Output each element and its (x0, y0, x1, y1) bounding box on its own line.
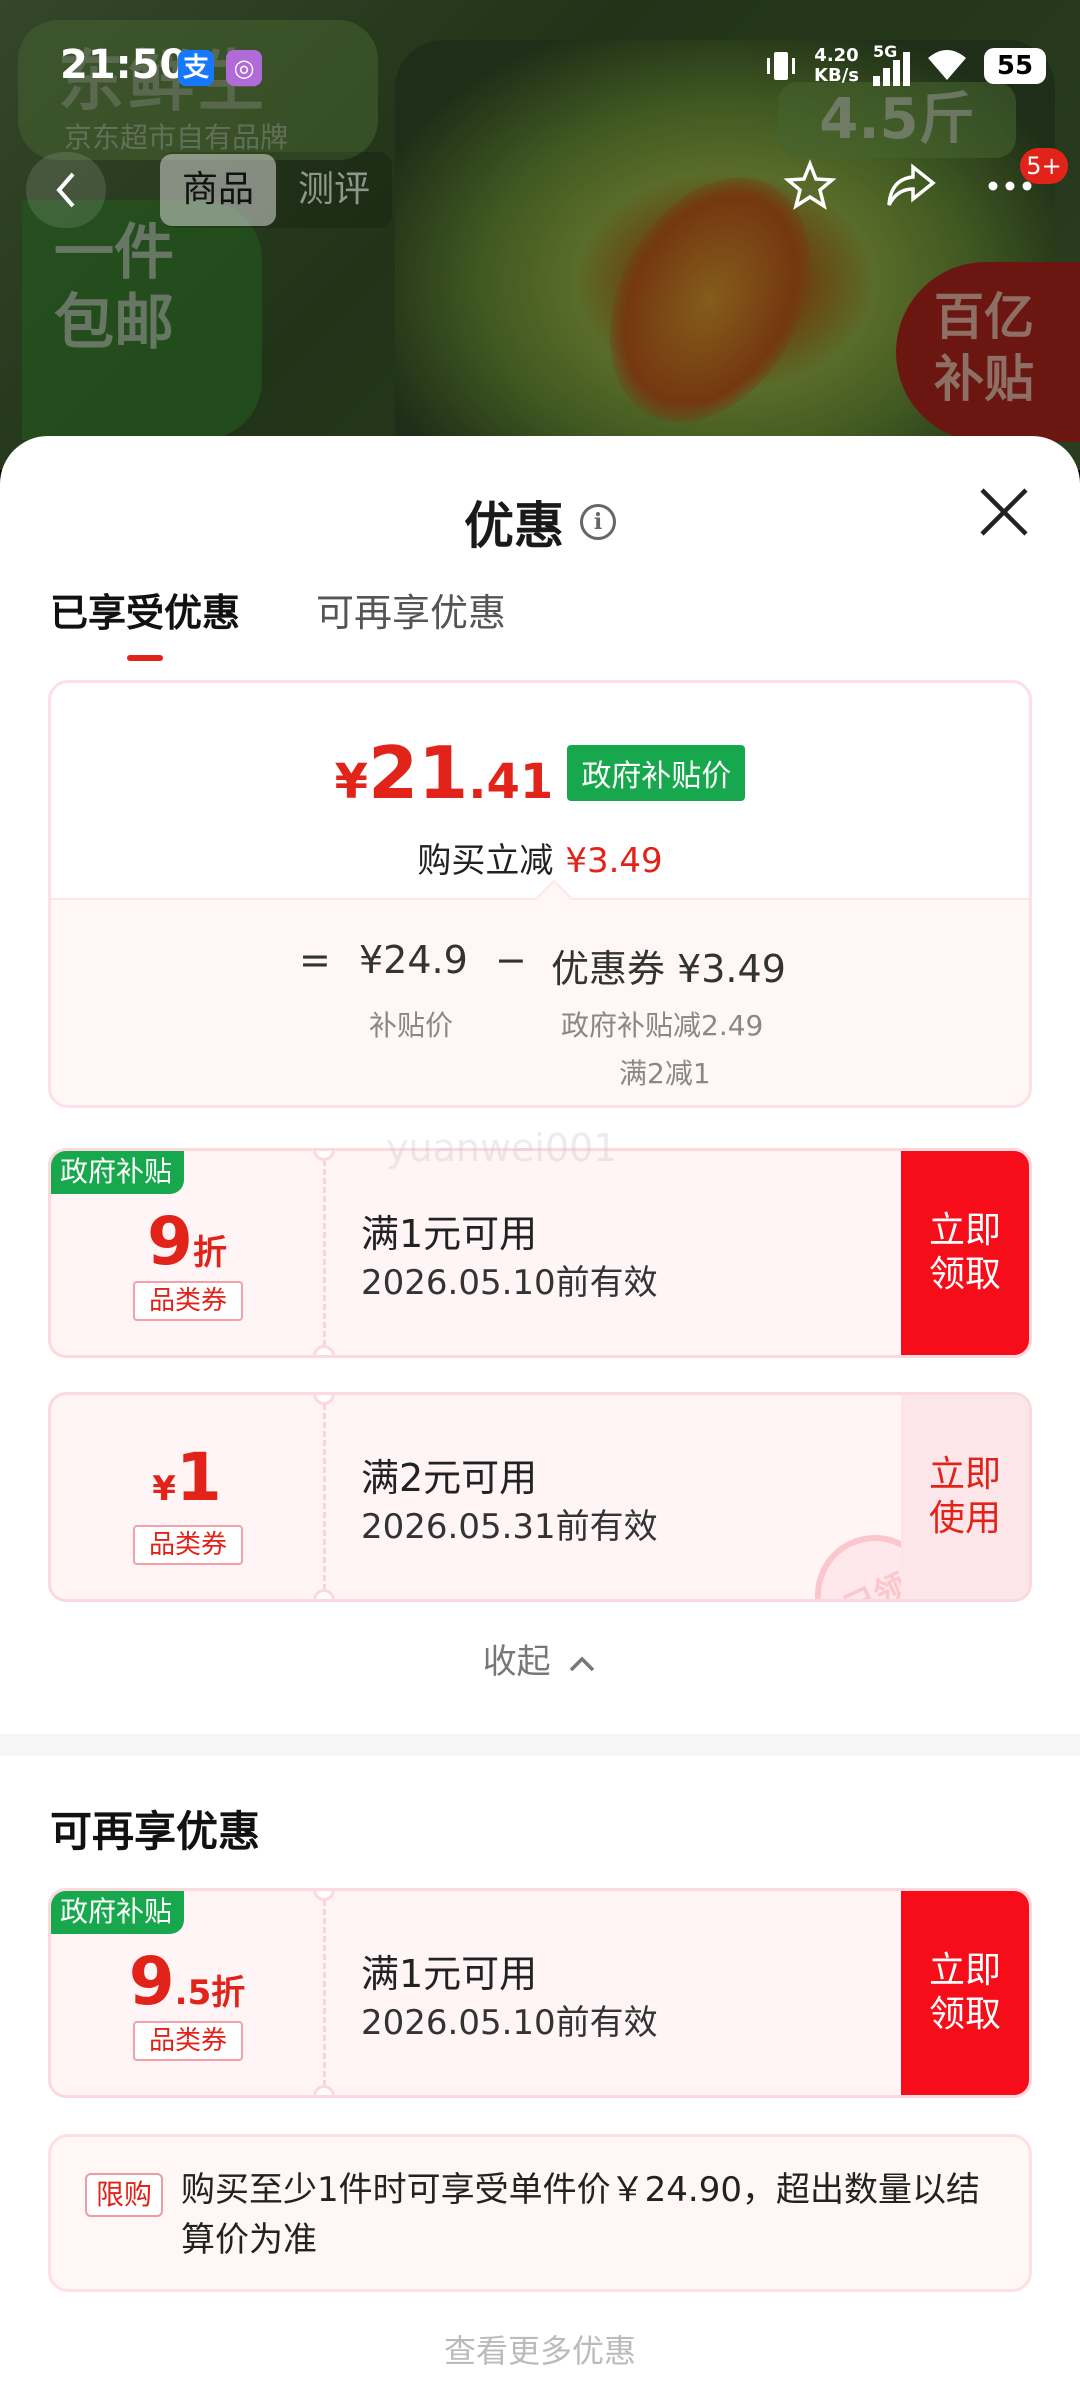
base-price: ¥24.9 (359, 938, 468, 982)
status-indicators: 4.20 KB/s 5G 55 (762, 42, 1046, 86)
coupon-note-gov: 政府补贴减2.49 (561, 1009, 764, 1042)
more-discounts-title: 可再享优惠 (50, 1807, 261, 1856)
close-button[interactable] (974, 482, 1034, 542)
coupon-amount: 优惠券 ¥3.49 (551, 947, 786, 991)
product-nav-tabs: 商品 测评 (160, 152, 393, 228)
chevron-left-icon (56, 172, 75, 208)
collapse-button[interactable]: 收起 (0, 1634, 1080, 1683)
price-breakdown: = ¥24.9 − 优惠券 ¥3.49 补贴价 政府补贴减2.49 满2减1 (51, 898, 1029, 1105)
close-icon (980, 488, 1028, 536)
status-time: 21:50 (60, 42, 188, 88)
gov-subsidy-corner-tag: 政府补贴 (51, 1151, 185, 1194)
coupon-card: 政府补贴 9折 品类券 满1元可用 2026.05.10前有效 立即领取 (48, 1148, 1032, 1358)
coupon-cut (313, 1345, 335, 1355)
coupon-card: ¥1 品类券 满2元可用 2026.05.31前有效 已领 立即使用 (48, 1392, 1032, 1602)
minus-sign: − (495, 938, 527, 982)
coupon-divider (323, 1891, 326, 2095)
nav-actions (780, 156, 1040, 216)
coupon-divider (323, 1395, 326, 1599)
wifi-icon (924, 46, 970, 86)
network-type: 5G (873, 42, 898, 61)
message-count-badge: 5+ (1020, 148, 1068, 184)
share-icon[interactable] (880, 156, 940, 216)
coupon-expiry: 2026.05.10前有效 (361, 1263, 658, 1303)
coupon-cut (313, 1589, 335, 1599)
section-separator (0, 1734, 1080, 1756)
sheet-title: 优惠 i (0, 486, 1080, 558)
coupon-card: 政府补贴 9.5折 品类券 满1元可用 2026.05.10前有效 立即领取 (48, 1888, 1032, 2098)
favorite-star-icon[interactable] (780, 156, 840, 216)
coupon-cut (313, 2085, 335, 2095)
watermark: yuanwei001 (386, 1126, 618, 1170)
coupon-discount: ¥1 (152, 1439, 222, 1516)
tab-more-discounts[interactable]: 可再享优惠 (316, 582, 506, 655)
info-icon[interactable]: i (580, 504, 616, 540)
coupon-note-threshold: 满2减1 (619, 1057, 711, 1090)
limit-text: 购买至少1件时可享受单件价￥24.90，超出数量以结算价为准 (181, 2170, 980, 2260)
coupon-condition: 满1元可用 (361, 1212, 538, 1256)
more-discounts-hint[interactable]: 查看更多优惠 (0, 2326, 1080, 2372)
battery-icon: 55 (984, 48, 1046, 84)
tab-product[interactable]: 商品 (160, 154, 277, 226)
coupon-discount: 9.5折 (128, 1943, 246, 2020)
coupon-expiry: 2026.05.31前有效 (361, 1507, 658, 1547)
vibrate-icon (762, 46, 800, 86)
cellular-signal-icon: 5G (873, 42, 910, 86)
use-coupon-button[interactable]: 立即使用 (901, 1395, 1029, 1599)
limit-tag: 限购 (85, 2173, 163, 2217)
claim-coupon-button[interactable]: 立即领取 (901, 1891, 1029, 2095)
coupon-divider (323, 1151, 326, 1355)
category-coupon-tag: 品类券 (133, 1525, 243, 1565)
purchase-limit-notice: 限购 购买至少1件时可享受单件价￥24.90，超出数量以结算价为准 (48, 2134, 1032, 2292)
category-coupon-tag: 品类券 (133, 1281, 243, 1321)
price-summary-card: ¥21.41 政府补贴价 购买立减 ¥3.49 = ¥24.9 − 优惠券 ¥3.4… (48, 680, 1032, 1108)
gov-subsidy-price-tag: 政府补贴价 (567, 745, 746, 801)
back-button[interactable] (26, 152, 106, 228)
coupon-condition: 满1元可用 (361, 1952, 538, 1996)
tab-enjoyed-discounts[interactable]: 已享受优惠 (50, 582, 240, 661)
final-price: ¥21.41 (334, 731, 554, 815)
tab-review[interactable]: 测评 (276, 154, 392, 226)
discount-tabs: 已享受优惠 可再享优惠 (50, 582, 506, 661)
base-price-label: 补贴价 (369, 1009, 454, 1042)
coupon-expiry: 2026.05.10前有效 (361, 2003, 658, 2043)
coupon-condition: 满2元可用 (361, 1456, 538, 1500)
gov-subsidy-corner-tag: 政府补贴 (51, 1891, 185, 1934)
discount-sheet: 优惠 i 已享受优惠 可再享优惠 ¥21.41 政府补贴价 购买立减 ¥3.49 = … (0, 436, 1080, 2400)
chevron-up-icon (570, 1656, 595, 1671)
app-notification-icon: ◎ (226, 50, 262, 86)
equals-sign: = (299, 938, 331, 982)
category-coupon-tag: 品类券 (133, 2021, 243, 2061)
alipay-notification-icon: 支 (178, 50, 214, 86)
claim-coupon-button[interactable]: 立即领取 (901, 1151, 1029, 1355)
coupon-discount: 9折 (147, 1203, 227, 1280)
network-speed: 4.20 KB/s (814, 45, 859, 86)
instant-discount: 购买立减 ¥3.49 (417, 841, 663, 881)
